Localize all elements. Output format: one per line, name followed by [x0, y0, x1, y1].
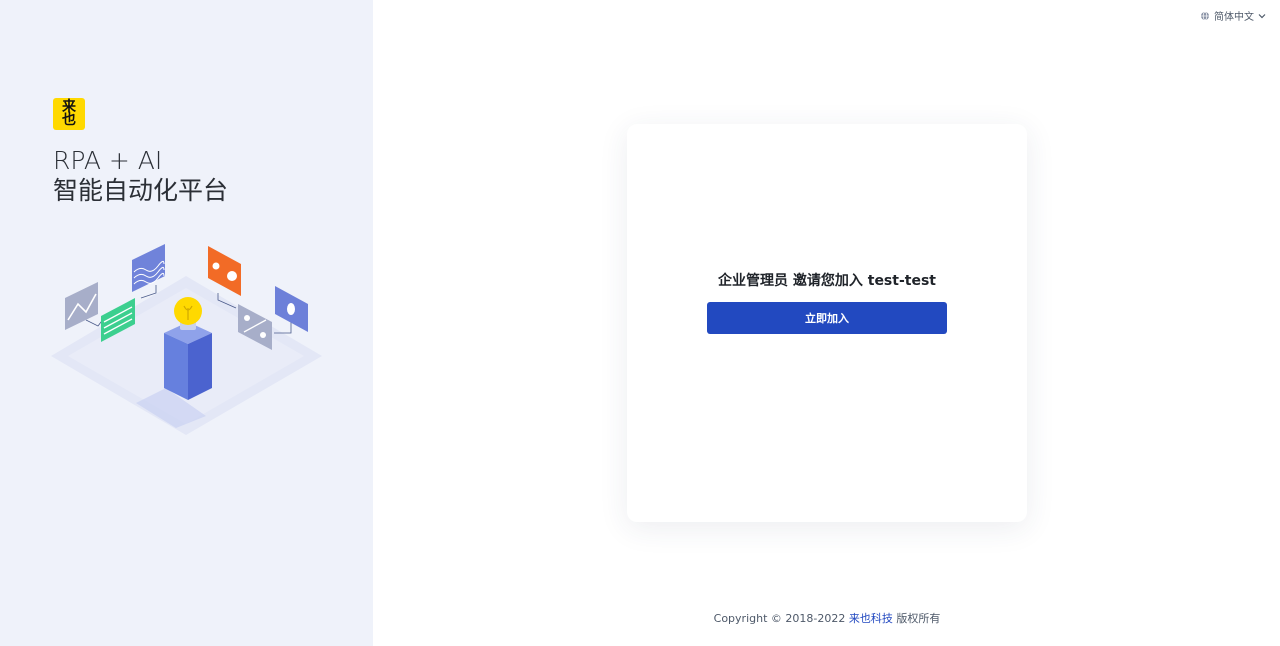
footer-copyright: Copyright © 2018-2022 来也科技 版权所有: [627, 610, 1027, 626]
language-selector[interactable]: 简体中文: [1200, 8, 1266, 23]
chevron-down-icon: [1258, 13, 1266, 18]
automation-illustration: [51, 244, 322, 435]
slogan-line-2: 智能自动化平台: [53, 176, 229, 205]
brand-panel: 来也 RPA + AI 智能自动化平台: [0, 0, 373, 646]
copyright-prefix: Copyright © 2018-2022: [713, 612, 846, 625]
invite-card: 企业管理员 邀请您加入 test-test 立即加入: [627, 124, 1027, 522]
invite-message: 企业管理员 邀请您加入 test-test: [718, 273, 936, 289]
brand-logo: 来也: [53, 98, 85, 130]
globe-icon: [1201, 11, 1209, 20]
language-label: 简体中文: [1214, 12, 1254, 23]
login-page: 来也 RPA + AI 智能自动化平台 简体中文 企业管理员 邀请您加入 tes…: [0, 0, 1280, 646]
brand-slogan: RPA + AI 智能自动化平台: [53, 146, 228, 206]
slogan-line-1: RPA + AI: [53, 146, 163, 175]
company-link[interactable]: 来也科技: [849, 612, 893, 625]
join-now-button[interactable]: 立即加入: [707, 302, 947, 334]
brand-logo-text: 来也: [62, 99, 76, 128]
copyright-suffix: 版权所有: [896, 612, 941, 625]
